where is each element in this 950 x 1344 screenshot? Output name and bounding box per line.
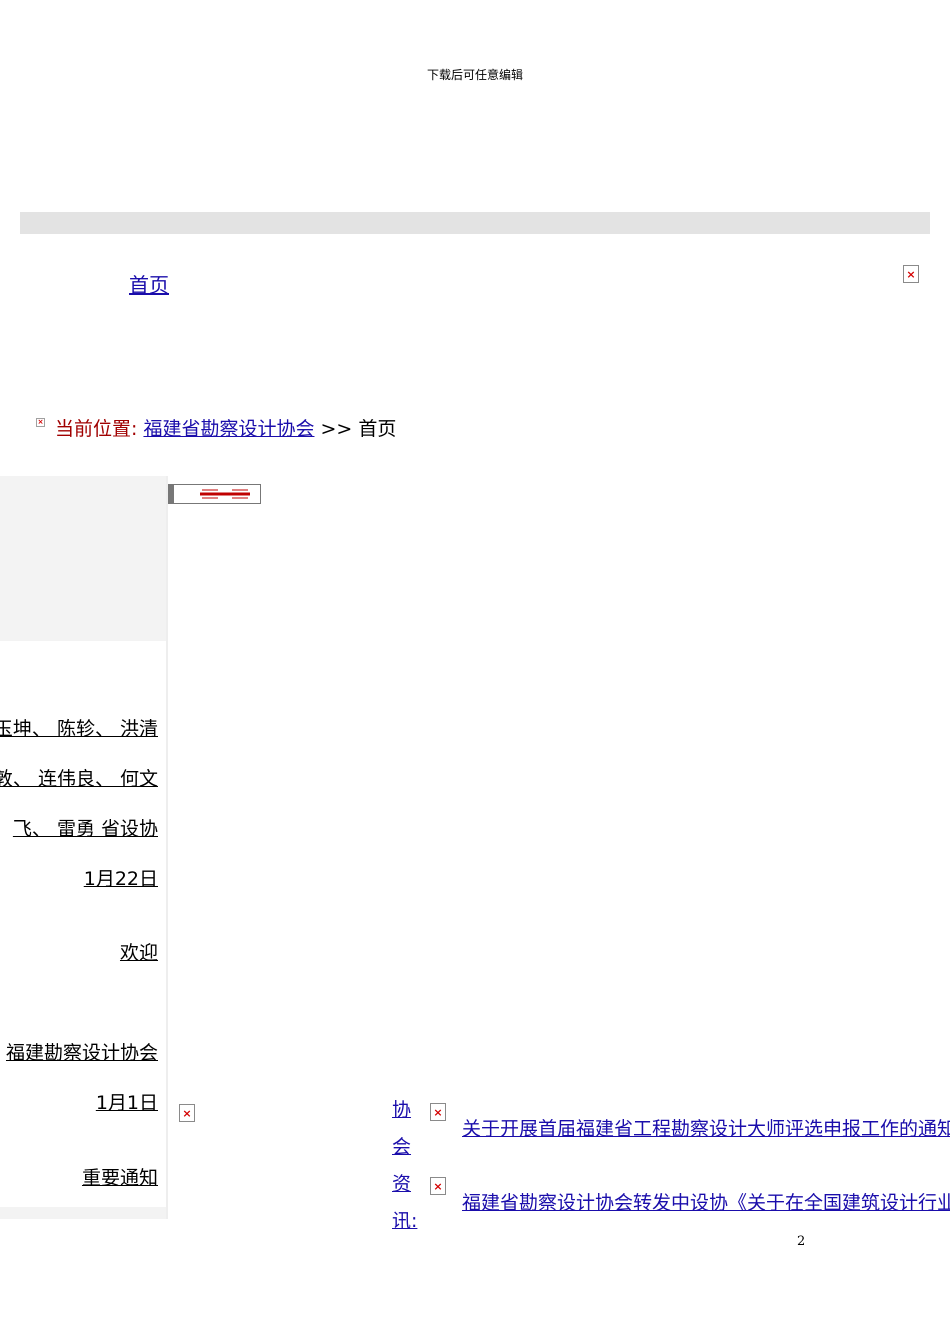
- sidebar-welcome-link[interactable]: 欢迎: [120, 938, 158, 965]
- page-number: 2: [797, 1234, 806, 1249]
- broken-image-icon: ×: [430, 1103, 446, 1121]
- sidebar-footer: [0, 1207, 166, 1219]
- sidebar-text-line[interactable]: 玉坤、 陈轸、 洪清: [0, 714, 158, 741]
- broken-image-icon: ×: [430, 1177, 446, 1195]
- section-label-char: 讯:: [392, 1210, 418, 1232]
- decorative-scroll-icon: [200, 489, 250, 499]
- breadcrumb-current: 首页: [358, 418, 397, 440]
- section-label[interactable]: 协 会 资 讯:: [392, 1092, 418, 1240]
- sidebar-org-link[interactable]: 福建勘察设计协会: [6, 1038, 158, 1065]
- broken-image-icon: ×: [903, 265, 919, 283]
- section-label-char: 资: [392, 1173, 412, 1195]
- sidebar-date[interactable]: 1月22日: [84, 864, 158, 891]
- news-item-link[interactable]: 关于开展首届福建省工程勘察设计大师评选申报工作的通知: [462, 1114, 950, 1141]
- sidebar-notice-link[interactable]: 重要通知: [82, 1163, 158, 1190]
- header-note: 下载后可任意编辑: [426, 68, 523, 82]
- broken-image-icon: ×: [36, 418, 45, 427]
- top-banner-bar: [20, 212, 930, 234]
- section-label-char: 会: [392, 1136, 412, 1158]
- breadcrumb-label: 当前位置:: [55, 418, 138, 440]
- news-item-link[interactable]: 福建省勘察设计协会转发中设协《关于在全国建筑设计行业: [462, 1188, 950, 1215]
- column-divider: [166, 476, 168, 1219]
- sidebar-text-line[interactable]: 飞、 雷勇 省设协: [13, 814, 158, 841]
- broken-image-icon: ×: [179, 1104, 195, 1122]
- banner-image-button[interactable]: [168, 484, 261, 504]
- breadcrumb: 当前位置: 福建省勘察设计协会 >> 首页: [55, 414, 396, 441]
- section-label-char: 协: [392, 1099, 412, 1121]
- nav-home-link[interactable]: 首页: [129, 269, 169, 298]
- breadcrumb-separator: >>: [320, 418, 353, 440]
- sidebar-date[interactable]: 1月1日: [96, 1088, 158, 1115]
- breadcrumb-org-link[interactable]: 福建省勘察设计协会: [143, 418, 314, 440]
- sidebar-text-line[interactable]: 敦、 连伟良、 何文: [0, 764, 158, 791]
- sidebar-panel: [0, 476, 166, 641]
